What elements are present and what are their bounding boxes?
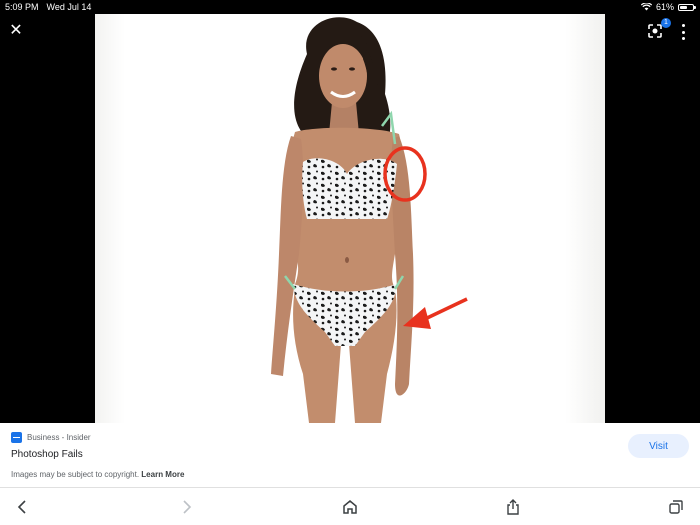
annotation-arrow <box>424 297 468 321</box>
copyright-notice: Images may be subject to copyright. Lear… <box>11 470 184 479</box>
forward-icon[interactable] <box>177 498 195 516</box>
learn-more-link[interactable]: Learn More <box>141 470 184 479</box>
home-icon[interactable] <box>341 498 359 516</box>
status-time: 5:09 PM <box>5 2 39 12</box>
more-vert-icon[interactable] <box>678 22 688 42</box>
back-icon[interactable] <box>14 498 32 516</box>
status-bar: 5:09 PM Wed Jul 14 61% <box>0 0 700 14</box>
result-panel: Business - Insider Photoshop Fails Visit… <box>0 423 700 487</box>
copyright-text: Images may be subject to copyright. <box>11 470 140 479</box>
image-viewer: ✕ 1 <box>0 14 700 423</box>
battery-fill <box>680 5 687 9</box>
source-name: Business - Insider <box>27 433 91 442</box>
result-image[interactable] <box>95 14 605 423</box>
status-date: Wed Jul 14 <box>46 2 92 12</box>
visit-button[interactable]: Visit <box>628 434 689 458</box>
site-favicon-icon <box>11 432 22 443</box>
result-title[interactable]: Photoshop Fails <box>11 449 83 460</box>
close-icon[interactable]: ✕ <box>8 23 24 39</box>
battery-icon <box>678 3 696 11</box>
lens-badge: 1 <box>661 18 671 28</box>
tabs-icon[interactable] <box>667 498 685 516</box>
photo-illustration <box>271 17 468 423</box>
result-source[interactable]: Business - Insider <box>11 432 91 443</box>
share-icon[interactable] <box>504 498 522 516</box>
wifi-icon <box>640 3 652 11</box>
battery-percent: 61% <box>655 2 674 12</box>
browser-toolbar <box>0 487 700 525</box>
